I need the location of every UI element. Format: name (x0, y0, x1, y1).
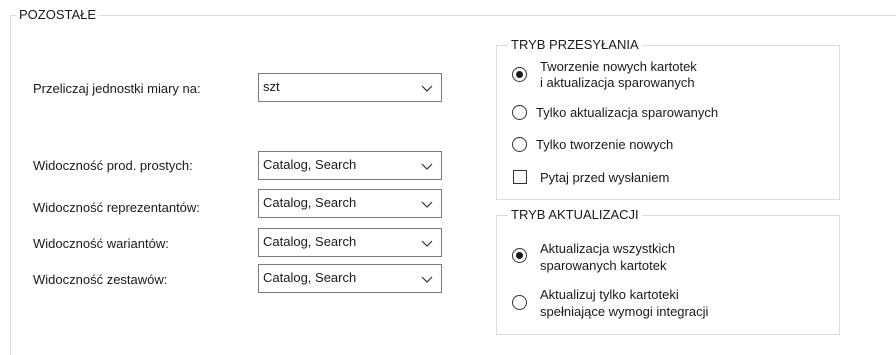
radio-update-only[interactable] (512, 105, 527, 120)
unit-conversion-label: Przeliczaj jednostki miary na: (33, 81, 201, 96)
radio-update-all-paired-label-line2: sparowanych kartotek (540, 258, 667, 273)
radio-create-only-label: Tylko tworzenie nowych (536, 137, 674, 152)
radio-update-all-paired-label-line1: Aktualizacja wszystkich (540, 241, 676, 256)
visibility-sets-label: Widoczność zestawów: (33, 272, 168, 287)
radio-create-and-update-label-line1: Tworzenie nowych kartotek (540, 59, 697, 74)
visibility-representatives-select[interactable]: Catalog, Search (258, 189, 442, 218)
visibility-sets-select[interactable]: Catalog, Search (258, 264, 442, 293)
radio-create-and-update-label-line2: i aktualizacja sparowanych (540, 75, 695, 90)
visibility-variants-label: Widoczność wariantów: (33, 236, 169, 251)
tryb-aktualizacji-title: TRYB AKTUALIZACJI (508, 207, 642, 223)
chevron-down-icon (421, 163, 433, 170)
radio-update-integration-only-label-line1: Aktualizuj tylko kartoteki (540, 287, 679, 302)
visibility-simple-products-value: Catalog, Search (263, 157, 357, 172)
visibility-representatives-value: Catalog, Search (263, 195, 357, 210)
ask-before-send-label: Pytaj przed wysłaniem (540, 170, 670, 185)
chevron-down-icon (421, 240, 433, 247)
radio-selected-dot (516, 71, 523, 78)
radio-create-and-update[interactable] (512, 67, 527, 82)
unit-conversion-value: szt (263, 79, 280, 94)
chevron-down-icon (421, 201, 433, 208)
radio-update-integration-only[interactable] (512, 295, 527, 310)
visibility-variants-select[interactable]: Catalog, Search (258, 228, 442, 257)
visibility-simple-products-select[interactable]: Catalog, Search (258, 151, 442, 180)
radio-update-integration-only-label-line2: spełniające wymogi integracji (540, 304, 709, 319)
visibility-simple-products-label: Widoczność prod. prostych: (33, 158, 193, 173)
pozostale-title: POZOSTAŁE (16, 7, 100, 23)
tryb-przesylania-title: TRYB PRZESYŁANIA (508, 37, 642, 53)
radio-update-only-label: Tylko aktualizacja sparowanych (536, 105, 719, 120)
chevron-down-icon (421, 85, 433, 92)
radio-selected-dot (516, 252, 523, 259)
chevron-down-icon (421, 276, 433, 283)
visibility-representatives-label: Widoczność reprezentantów: (33, 200, 200, 215)
unit-conversion-select[interactable]: szt (258, 73, 442, 102)
radio-update-all-paired[interactable] (512, 248, 527, 263)
radio-create-only[interactable] (512, 137, 527, 152)
visibility-variants-value: Catalog, Search (263, 234, 357, 249)
ask-before-send-checkbox[interactable] (513, 170, 527, 184)
visibility-sets-value: Catalog, Search (263, 270, 357, 285)
